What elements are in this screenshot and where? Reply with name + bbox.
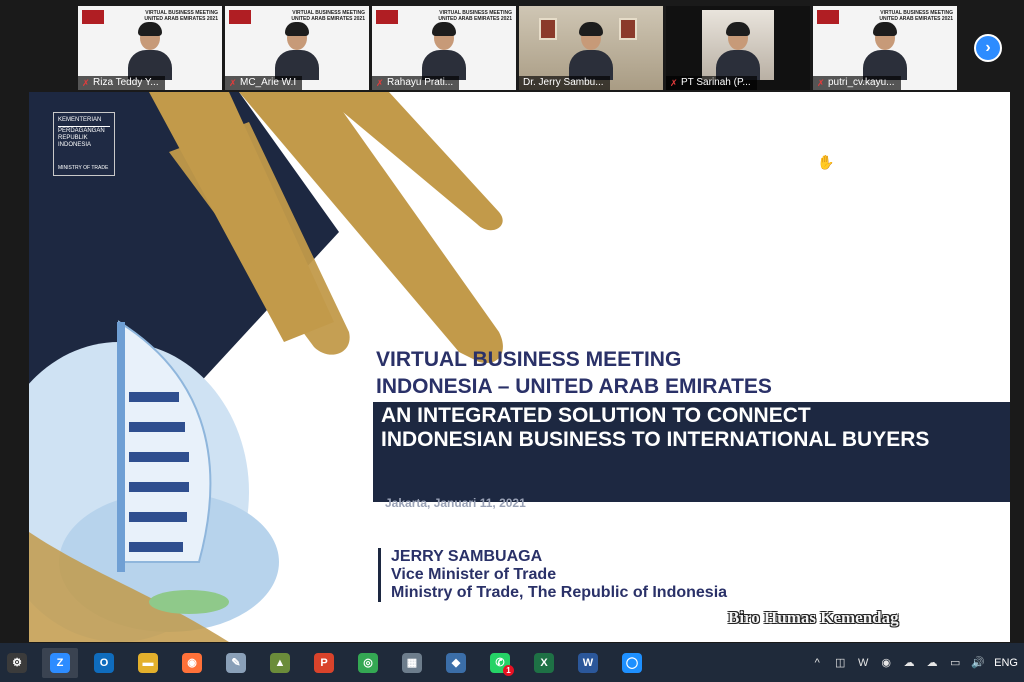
speaker-role: Vice Minister of Trade — [391, 566, 557, 583]
chrome-icon: ◎ — [358, 652, 378, 673]
flag-icon — [229, 10, 251, 24]
outlook-icon: O — [94, 652, 114, 673]
taskbar-app-network-app[interactable]: ◆ — [438, 648, 474, 678]
participant-tile[interactable]: VIRTUAL BUSINESS MEETING UNITED ARAB EMI… — [813, 6, 957, 90]
taskbar-app-chrome[interactable]: ◎ — [350, 648, 386, 678]
app-icon: ▲ — [270, 652, 290, 673]
onedrive-business-icon[interactable]: ☁ — [925, 656, 939, 670]
excel-icon: X — [534, 652, 554, 673]
taskbar-app-start[interactable]: ⚙ — [0, 648, 34, 678]
system-tray: ^ ◫ W ◉ ☁ ☁ ▭ 🔊 ENG — [810, 643, 1018, 682]
paint-icon: ✎ — [226, 652, 246, 673]
slide-title-line1: VIRTUAL BUSINESS MEETING — [376, 348, 682, 371]
participant-tile[interactable]: ✗ PT Sarinah (P... — [666, 6, 810, 90]
onedrive-icon[interactable]: ☁ — [902, 656, 916, 670]
participant-video — [567, 20, 615, 80]
speaker-block: JERRY SAMBUAGA Vice Minister of Trade Mi… — [378, 548, 727, 602]
mic-muted-icon: ✗ — [817, 78, 825, 88]
word-tray-icon[interactable]: W — [856, 656, 870, 670]
slide-theme: AN INTEGRATED SOLUTION TO CONNECT INDONE… — [381, 404, 930, 451]
language-indicator[interactable]: ENG — [994, 657, 1018, 669]
network-icon[interactable]: ▭ — [948, 656, 962, 670]
flag-icon — [817, 10, 839, 24]
volume-icon[interactable]: 🔊 — [971, 656, 985, 670]
hand-cursor-icon: ✋ — [817, 154, 835, 170]
participant-video — [420, 20, 468, 80]
taskbar-app-calculator[interactable]: ▦ — [394, 648, 430, 678]
portrait-frame — [539, 18, 557, 40]
taskbar-app-whatsapp[interactable]: ✆ 1 — [482, 648, 518, 678]
notification-badge: 1 — [503, 664, 514, 676]
participant-name: PT Sarinah (P... — [681, 77, 751, 88]
logo-text: KEMENTERIAN — [58, 117, 102, 123]
greenery — [149, 590, 229, 614]
windows-taskbar: ⚙ Z O ▬ ◉ ✎ ▲ P ◎ ▦ ◆ ✆ 1 X W ◯ ^ ◫ W ◉ ☁ ☁ ▭ 🔊 ENG — [0, 643, 1024, 682]
mic-muted-icon: ✗ — [376, 78, 384, 88]
slide-title: VIRTUAL BUSINESS MEETING INDONESIA – UNI… — [376, 346, 772, 400]
participant-name: Dr. Jerry Sambu... — [523, 77, 604, 88]
zoom-meeting-window: VIRTUAL BUSINESS MEETING UNITED ARAB EMI… — [0, 0, 1024, 682]
mic-muted-icon: ✗ — [670, 78, 678, 88]
participant-name-label: ✗ PT Sarinah (P... — [666, 76, 757, 90]
file-explorer-icon: ▬ — [138, 652, 158, 673]
taskbar-app-firefox[interactable]: ◉ — [174, 648, 210, 678]
ministry-logo: KEMENTERIAN PERDAGANGAN REPUBLIK INDONES… — [53, 112, 115, 176]
participant-name-label: ✗ Rahayu Prati... — [372, 76, 460, 90]
participant-tile[interactable]: VIRTUAL BUSINESS MEETING UNITED ARAB EMI… — [372, 6, 516, 90]
taskbar-app-excel[interactable]: X — [526, 648, 562, 678]
flag-icon — [82, 10, 104, 24]
participant-tile[interactable]: Dr. Jerry Sambu... — [519, 6, 663, 90]
start-icon: ⚙ — [7, 652, 27, 673]
taskbar-app-word[interactable]: W — [570, 648, 606, 678]
watermark: Biro Humas Kemendag — [728, 608, 899, 627]
portrait-frame — [619, 18, 637, 40]
participant-video — [126, 20, 174, 80]
zoom-icon: Z — [50, 652, 70, 673]
participant-name: Riza Teddy Y... — [93, 77, 159, 88]
speaker-name: JERRY SAMBUAGA — [391, 548, 543, 565]
network-app-icon: ◆ — [446, 652, 466, 673]
pdf-icon: P — [314, 652, 334, 673]
taskbar-app-file-explorer[interactable]: ▬ — [130, 648, 166, 678]
meet-now-icon[interactable]: ◫ — [833, 656, 847, 670]
mic-muted-icon: ✗ — [82, 78, 90, 88]
participant-name-label: Dr. Jerry Sambu... — [519, 76, 610, 90]
tray-chevron-icon[interactable]: ^ — [810, 656, 824, 670]
taskbar-app-outlook[interactable]: O — [86, 648, 122, 678]
shared-screen-slide: KEMENTERIAN PERDAGANGAN REPUBLIK INDONES… — [29, 92, 1010, 642]
participant-name-label: ✗ MC_Arie W.I — [225, 76, 303, 90]
participant-name: putri_cv.kayu... — [828, 77, 895, 88]
app-tray-icon[interactable]: ◉ — [879, 656, 893, 670]
logo-text: REPUBLIK INDONESIA — [58, 135, 92, 148]
participant-video — [273, 20, 321, 80]
chevron-right-icon: › — [985, 39, 991, 56]
firefox-icon: ◉ — [182, 652, 202, 673]
burj-mast — [117, 322, 125, 572]
slide-date: Jakarta, Januari 11, 2021 — [385, 496, 526, 510]
logo-footer: MINISTRY OF TRADE — [58, 165, 109, 171]
browser-icon: ◯ — [622, 652, 642, 673]
participant-name-label: ✗ Riza Teddy Y... — [78, 76, 165, 90]
taskbar-app-pdf[interactable]: P — [306, 648, 342, 678]
participant-strip: VIRTUAL BUSINESS MEETING UNITED ARAB EMI… — [78, 6, 957, 90]
taskbar-app-browser[interactable]: ◯ — [614, 648, 650, 678]
participant-name: MC_Arie W.I — [240, 77, 297, 88]
participant-video — [861, 20, 909, 80]
speaker-org: Ministry of Trade, The Republic of Indon… — [391, 584, 728, 601]
word-icon: W — [578, 652, 598, 673]
participant-video — [714, 20, 762, 80]
participant-name: Rahayu Prati... — [387, 77, 454, 88]
next-participants-button[interactable]: › — [974, 34, 1002, 62]
taskbar-app-zoom[interactable]: Z — [42, 647, 78, 678]
participant-tile[interactable]: VIRTUAL BUSINESS MEETING UNITED ARAB EMI… — [78, 6, 222, 90]
taskbar-app-paint[interactable]: ✎ — [218, 648, 254, 678]
participant-name-label: ✗ putri_cv.kayu... — [813, 76, 901, 90]
taskbar-app-app[interactable]: ▲ — [262, 648, 298, 678]
participant-tile[interactable]: VIRTUAL BUSINESS MEETING UNITED ARAB EMI… — [225, 6, 369, 90]
calculator-icon: ▦ — [402, 652, 422, 673]
logo-text: PERDAGANGAN — [58, 126, 110, 135]
flag-icon — [376, 10, 398, 24]
mic-muted-icon: ✗ — [229, 78, 237, 88]
slide-title-line2: INDONESIA – UNITED ARAB EMIRATES — [376, 375, 772, 398]
